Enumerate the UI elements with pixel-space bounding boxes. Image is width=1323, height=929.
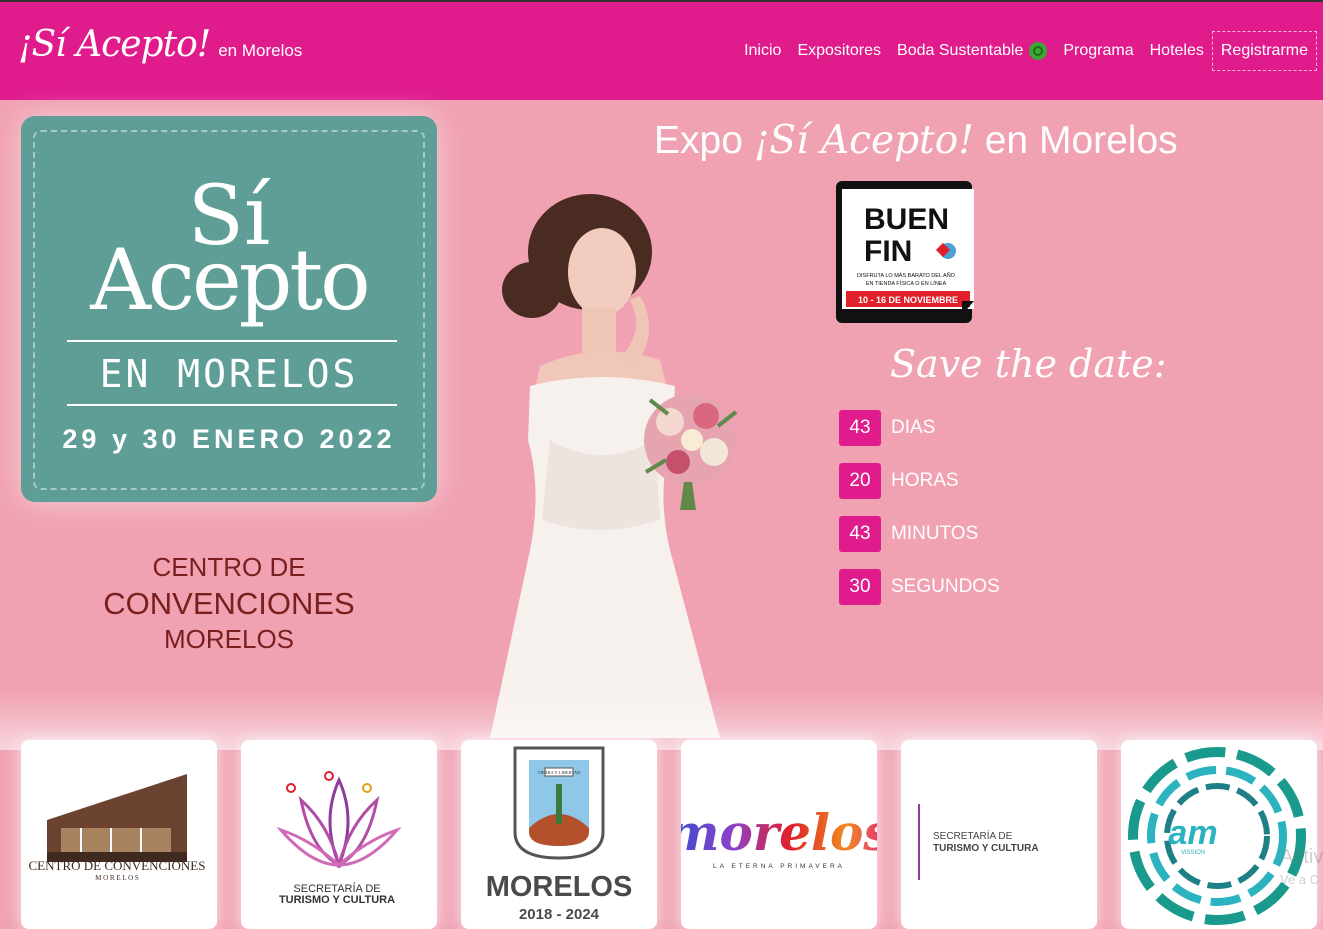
countdown-hours-label: HORAS [891, 470, 959, 491]
brand-script: ¡Sí Acepto! [18, 24, 211, 65]
expo-title: Expo ¡Sí Acepto! en Morelos [654, 118, 1178, 163]
countdown-minutes: 43 MINUTOS [839, 516, 978, 552]
nav-menu: Inicio Expositores Boda Sustentable Prog… [728, 31, 1317, 71]
windows-activation-watermark-sub: Ve a C [1280, 872, 1320, 887]
countdown-days-label: DIAS [891, 417, 936, 438]
expo-title-prefix: Expo [654, 119, 743, 162]
buen-fin-dates: 10 - 16 DE NOVIEMBRE [858, 295, 958, 305]
buen-fin-line2: FIN [864, 235, 912, 268]
poster-city: EN MORELOS [99, 352, 359, 396]
buen-fin-line1: BUEN [864, 203, 949, 236]
bride-image [490, 194, 738, 738]
turismo2-line2: TURISMO Y CULTURA [933, 843, 1039, 854]
brand-sub: en Morelos [218, 41, 303, 60]
nav-hoteles[interactable]: Hoteles [1150, 42, 1204, 60]
am-sub: VISSION [1181, 850, 1205, 856]
countdown-seconds-label: SEGUNDOS [891, 576, 1000, 597]
am-vission-logo: am VISSION [1128, 747, 1306, 925]
centro-convenciones-logo: CENTRO DE CONVENCIONES M O R E L O S [29, 774, 206, 882]
windows-activation-watermark: Activ [1280, 846, 1323, 868]
countdown-minutes-value: 43 [839, 516, 881, 552]
sponsor-marca-morelos[interactable]: morelos LA ETERNA PRIMAVERA [681, 740, 877, 929]
save-the-date: Save the date: [890, 342, 1167, 386]
gobierno-morelos-logo: TIERRA Y LIBERTAD MORELOS 2018 - 2024 [486, 746, 633, 923]
sponsor-secretaria-turismo[interactable]: SECRETARÍA DE TURISMO Y CULTURA [241, 740, 437, 929]
marca-tagline: LA ETERNA PRIMAVERA [713, 863, 845, 870]
venue-line-1: CENTRO DE [152, 552, 306, 582]
centro-sub: M O R E L O S [95, 874, 139, 882]
nav-boda-sustentable[interactable]: Boda Sustentable [897, 42, 1048, 60]
venue-line-2: CONVENCIONES [103, 586, 355, 621]
gobierno-name: MORELOS [486, 871, 633, 903]
poster-divider [67, 340, 397, 342]
gobierno-period: 2018 - 2024 [519, 906, 600, 923]
nav-inicio[interactable]: Inicio [744, 42, 781, 60]
sponsor-am-vission[interactable]: am VISSION [1121, 740, 1317, 929]
expo-title-script: ¡Sí Acepto! [753, 118, 974, 163]
event-poster: Sí Acepto EN MORELOS 29 y 30 ENERO 2022 [21, 116, 437, 502]
countdown-seconds: 30 SEGUNDOS [839, 569, 1000, 605]
sponsor-secretaria-turismo-2[interactable]: SECRETARÍA DE TURISMO Y CULTURA [901, 740, 1097, 929]
brand-logo[interactable]: ¡Sí Acepto! en Morelos [18, 24, 302, 65]
sponsor-gobierno-morelos[interactable]: TIERRA Y LIBERTAD MORELOS 2018 - 2024 [461, 740, 657, 929]
sponsor-centro-convenciones[interactable]: CENTRO DE CONVENCIONES M O R E L O S [21, 740, 217, 929]
marca-morelos-logo: morelos LA ETERNA PRIMAVERA [681, 803, 877, 870]
venue-line-3: MORELOS [163, 624, 295, 654]
countdown-hours: 20 HORAS [839, 463, 959, 499]
centro-name: CENTRO DE CONVENCIONES [29, 858, 206, 873]
buen-fin-logo[interactable]: BUEN FIN DISFRUTA LO MÁS BARATO DEL AÑO … [836, 181, 978, 323]
navbar: ¡Sí Acepto! en Morelos Inicio Expositore… [0, 2, 1323, 100]
poster-acepto: Acepto [90, 231, 371, 329]
countdown-seconds-value: 30 [839, 569, 881, 605]
register-button[interactable]: Registrarme [1211, 31, 1317, 71]
gobierno-motto: TIERRA Y LIBERTAD [538, 770, 582, 775]
nav-boda-sustentable-label: Boda Sustentable [897, 42, 1024, 59]
countdown-days-value: 43 [839, 410, 881, 446]
poster-date: 29 y 30 ENERO 2022 [62, 424, 396, 454]
turismo2-line1: SECRETARÍA DE [933, 829, 1013, 842]
poster-divider [67, 404, 397, 406]
expo-title-suffix: en Morelos [984, 119, 1178, 162]
countdown-minutes-label: MINUTOS [891, 523, 979, 544]
recycle-icon [1029, 42, 1048, 60]
turismo-line2: TURISMO Y CULTURA [279, 894, 395, 906]
buen-fin-tagline1: DISFRUTA LO MÁS BARATO DEL AÑO [857, 272, 956, 279]
secretaria-turismo-logo: SECRETARÍA DE TURISMO Y CULTURA [276, 771, 402, 906]
buen-fin-tagline2: EN TIENDA FÍSICA O EN LÍNEA [866, 280, 947, 287]
secretaria-turismo-2-logo: SECRETARÍA DE TURISMO Y CULTURA [918, 804, 1039, 880]
nav-programa[interactable]: Programa [1063, 42, 1133, 60]
countdown-days: 43 DIAS [839, 410, 935, 446]
marca-name: morelos [681, 803, 877, 862]
am-name: am [1168, 814, 1217, 852]
nav-expositores[interactable]: Expositores [797, 42, 881, 60]
countdown-hours-value: 20 [839, 463, 881, 499]
